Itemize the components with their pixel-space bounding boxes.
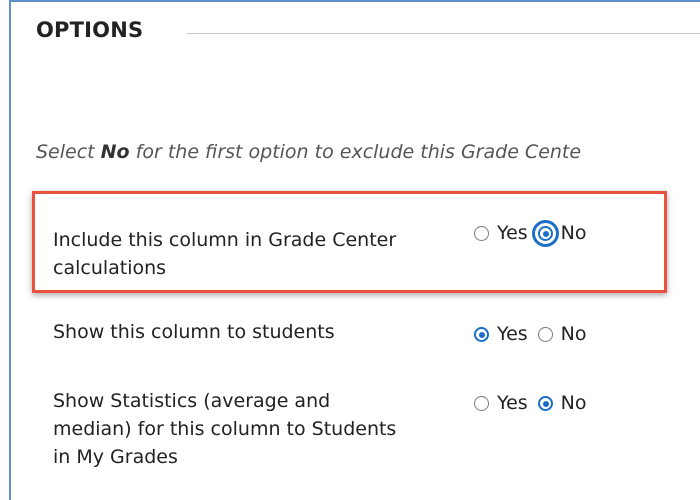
option-show-to-students-radios: Yes No <box>474 320 587 348</box>
section-title-rule <box>187 33 700 34</box>
no-label: No <box>560 323 587 345</box>
no-label: No <box>560 222 587 244</box>
radio-no-icon[interactable] <box>537 395 553 411</box>
yes-label: Yes <box>497 222 528 244</box>
option-show-to-students-no[interactable]: No <box>537 323 587 345</box>
radio-no-icon[interactable] <box>531 219 559 247</box>
radio-yes-icon[interactable] <box>474 225 489 241</box>
section-title: OPTIONS <box>36 18 144 42</box>
option-include-calculations-no[interactable]: No <box>531 219 587 247</box>
no-label: No <box>560 392 587 414</box>
radio-yes-icon[interactable] <box>474 326 489 342</box>
option-show-statistics-no[interactable]: No <box>537 392 587 414</box>
option-show-to-students-yes[interactable]: Yes <box>474 323 528 345</box>
option-include-calculations-radios: Yes No <box>474 219 587 247</box>
option-show-statistics-yes[interactable]: Yes <box>474 392 528 414</box>
yes-label: Yes <box>497 392 528 414</box>
option-include-calculations-yes[interactable]: Yes <box>474 222 528 244</box>
radio-no-icon[interactable] <box>537 326 553 342</box>
yes-label: Yes <box>497 323 528 345</box>
option-label-include-calculations: Include this column in Grade Center calc… <box>53 229 397 279</box>
instruction-prefix: Select <box>36 141 101 163</box>
option-show-statistics-radios: Yes No <box>474 389 587 417</box>
option-label-show-statistics: Show Statistics (average and median) for… <box>53 390 397 468</box>
instruction-suffix: for the first option to exclude this Gra… <box>129 141 582 163</box>
instruction-emphasis: No <box>100 141 130 163</box>
instruction-text: Select No for the first option to exclud… <box>36 141 581 163</box>
option-label-show-to-students: Show this column to students <box>53 321 335 343</box>
radio-yes-icon[interactable] <box>474 395 489 411</box>
